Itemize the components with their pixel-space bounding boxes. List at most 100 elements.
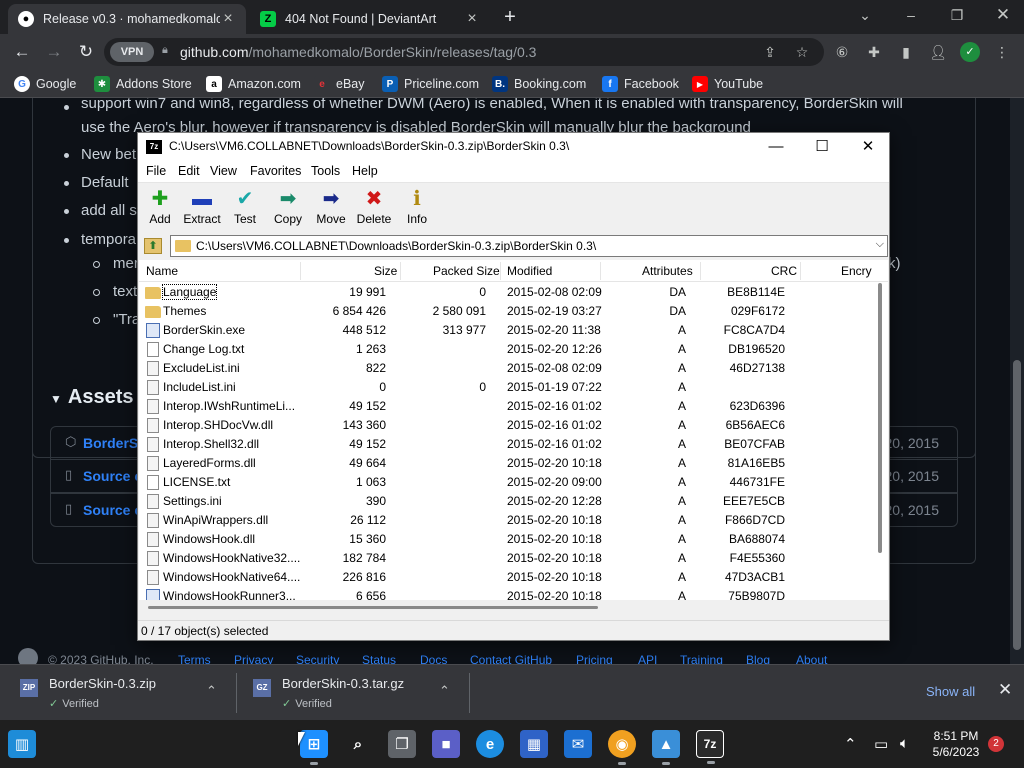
bookmark-facebook[interactable]: f Facebook <box>602 75 679 93</box>
file-row[interactable]: WindowsHook.dll 15 360 2015-02-20 10:18 A BA… <box>139 530 879 549</box>
scroll-thumb[interactable] <box>1013 360 1021 650</box>
info-button[interactable]: ℹ Info <box>395 186 439 230</box>
test-button[interactable]: ✔ Test <box>223 186 267 230</box>
column-size[interactable]: Size <box>374 264 397 278</box>
close-tab-icon[interactable]: × <box>464 10 480 28</box>
footer-link-privacy[interactable]: Privacy <box>234 653 273 664</box>
menu-edit[interactable]: Edit <box>178 164 200 178</box>
menu-view[interactable]: View <box>210 164 237 178</box>
column-divider[interactable] <box>300 262 301 280</box>
footer-link-terms[interactable]: Terms <box>178 653 211 664</box>
column-encrypted[interactable]: Encry <box>841 264 872 278</box>
bookmark-ebay[interactable]: e eBay <box>314 75 365 93</box>
assets-heading[interactable]: ▼ Assets <box>50 386 134 409</box>
page-scrollbar[interactable] <box>1010 98 1024 664</box>
download-item-targz[interactable]: GZ BorderSkin-0.3.tar.gz ✓ Verified ⌃ <box>233 665 467 721</box>
bookmark-amazon[interactable]: a Amazon.com <box>206 75 301 93</box>
close-shelf-icon[interactable]: ✕ <box>998 680 1012 700</box>
tab-search-icon[interactable]: ⌄ <box>842 4 888 28</box>
close-button[interactable]: ✕ <box>848 136 888 158</box>
forward-icon[interactable]: → <box>42 40 66 64</box>
minimize-button[interactable]: — <box>756 136 796 158</box>
footer-link-security[interactable]: Security <box>296 653 339 664</box>
bookmark-addons-store[interactable]: ✱ Addons Store <box>94 75 192 93</box>
menu-tools[interactable]: Tools <box>311 164 340 178</box>
column-divider[interactable] <box>800 262 801 280</box>
teams-chat-icon[interactable]: ■ <box>432 730 460 758</box>
edge-icon[interactable]: e <box>476 730 504 758</box>
file-row[interactable]: ExcludeList.ini 822 2015-02-08 02:09 A 46D27… <box>139 359 879 378</box>
column-divider[interactable] <box>600 262 601 280</box>
minimize-button[interactable]: – <box>888 4 934 28</box>
system-clock[interactable]: 8:51 PM 5/6/2023 <box>930 728 982 760</box>
file-row[interactable]: Change Log.txt 1 263 2015-02-20 12:26 A DB19… <box>139 340 879 359</box>
delete-button[interactable]: ✖ Delete <box>352 186 396 230</box>
footer-link-blog[interactable]: Blog <box>746 653 770 664</box>
puzzle-icon[interactable]: ✚ <box>864 42 884 62</box>
column-packed-size[interactable]: Packed Size <box>433 264 500 278</box>
file-row[interactable]: Settings.ini 390 2015-02-20 12:28 A EEE7E5CB <box>139 492 879 511</box>
chevron-up-icon[interactable]: ⌃ <box>439 683 450 699</box>
7zip-path-field[interactable]: C:\Users\VM6.COLLABNET\Downloads\BorderS… <box>170 235 888 257</box>
volume-icon[interactable]: 🔈︎ <box>900 735 909 752</box>
file-row[interactable]: WinApiWrappers.dll 26 112 2015-02-20 10:18… <box>139 511 879 530</box>
github-logo-icon[interactable] <box>18 648 38 664</box>
file-row[interactable]: WindowsHookRunner3... 6 656 2015-02-20 10:… <box>139 587 879 600</box>
move-button[interactable]: ➡ Move <box>309 186 353 230</box>
lock-icon[interactable]: 🔒︎ <box>162 44 174 58</box>
task-view-icon[interactable]: ▥ <box>8 730 36 758</box>
column-divider[interactable] <box>400 262 401 280</box>
menu-file[interactable]: File <box>146 164 166 178</box>
vpn-badge[interactable]: VPN <box>110 42 154 62</box>
microsoft-store-icon[interactable]: ▦ <box>520 730 548 758</box>
bookmark-star-icon[interactable]: ☆ <box>792 42 812 62</box>
footer-link-docs[interactable]: Docs <box>420 653 447 664</box>
add-button[interactable]: ✚ Add <box>138 186 182 230</box>
notification-badge[interactable]: 2 <box>988 736 1004 752</box>
file-row[interactable]: Interop.IWshRuntimeLi... 49 152 2015-02-16… <box>139 397 879 416</box>
extract-button[interactable]: ▬ Extract <box>180 186 224 230</box>
column-modified[interactable]: Modified <box>507 264 552 278</box>
footer-link-training[interactable]: Training <box>680 653 723 664</box>
side-panel-icon[interactable]: ▮ <box>896 42 916 62</box>
file-row[interactable]: IncludeList.ini 0 0 2015-01-19 07:22 A <box>139 378 879 397</box>
share-icon[interactable]: ⇪ <box>760 42 780 62</box>
file-row[interactable]: BorderSkin.exe 448 512 313 977 2015-02-20 1… <box>139 321 879 340</box>
back-icon[interactable]: ← <box>10 40 34 64</box>
bookmark-priceline[interactable]: P Priceline.com <box>382 75 479 93</box>
column-name[interactable]: Name <box>146 264 178 278</box>
footer-link-api[interactable]: API <box>638 653 657 664</box>
footer-link-contact[interactable]: Contact GitHub <box>470 653 552 664</box>
show-all-button[interactable]: Show all <box>926 684 975 699</box>
tab-deviantart[interactable]: Z 404 Not Found | DeviantArt × <box>250 4 490 34</box>
profile-icon[interactable]: 👤︎ <box>928 42 948 62</box>
file-row[interactable]: WindowsHookNative32.... 182 784 2015-02-20… <box>139 549 879 568</box>
up-folder-icon[interactable]: ⬆ <box>144 238 162 254</box>
file-row[interactable]: Interop.SHDocVw.dll 143 360 2015-02-16 01:… <box>139 416 879 435</box>
file-row[interactable]: Themes 6 854 426 2 580 091 2015-02-19 03:27… <box>139 302 879 321</box>
file-row[interactable]: LICENSE.txt 1 063 2015-02-20 09:00 A 446731F… <box>139 473 879 492</box>
maximize-button[interactable]: ☐ <box>802 136 842 158</box>
7zip-title-bar[interactable]: 7z C:\Users\VM6.COLLABNET\Downloads\Bord… <box>138 133 889 161</box>
close-window-button[interactable]: ✕ <box>980 4 1024 28</box>
list-scrollbar[interactable] <box>873 273 887 553</box>
extension-icon[interactable]: ⑥ <box>832 42 852 62</box>
mail-icon[interactable]: ✉ <box>564 730 592 758</box>
menu-favorites[interactable]: Favorites <box>250 164 301 178</box>
new-tab-button[interactable]: + <box>498 6 522 30</box>
column-divider[interactable] <box>500 262 501 280</box>
network-icon[interactable]: ▭ <box>874 735 888 753</box>
chevron-down-icon[interactable]: ⌵ <box>876 238 884 251</box>
reload-icon[interactable]: ↻ <box>74 40 98 64</box>
scroll-thumb[interactable] <box>878 283 882 553</box>
chrome-icon[interactable]: ◉ <box>608 730 636 765</box>
column-crc[interactable]: CRC <box>771 264 797 278</box>
chevron-up-icon[interactable]: ⌃ <box>206 683 217 699</box>
shield-icon[interactable]: ✓ <box>960 42 980 62</box>
7zip-taskbar-icon[interactable]: 7z <box>696 730 724 764</box>
address-bar[interactable]: VPN 🔒︎ github.com/mohamedkomalo/BorderSk… <box>104 38 824 66</box>
column-divider[interactable] <box>700 262 701 280</box>
column-attributes[interactable]: Attributes <box>642 264 693 278</box>
file-row[interactable]: Language 19 991 0 2015-02-08 02:09 DA BE8B114… <box>139 283 879 302</box>
bookmark-youtube[interactable]: ▶ YouTube <box>692 75 763 93</box>
